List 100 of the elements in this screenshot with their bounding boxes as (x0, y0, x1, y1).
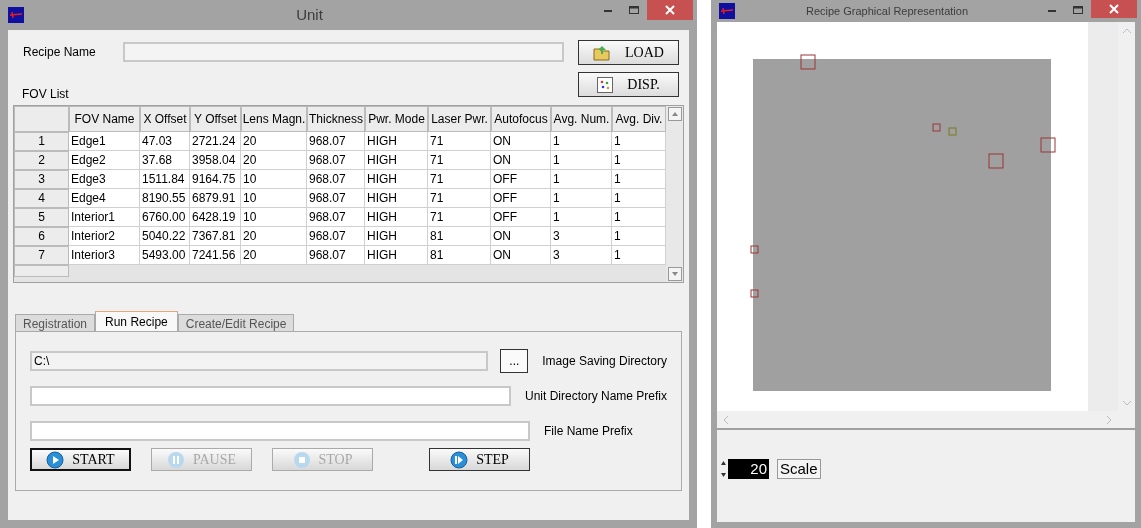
directory-field[interactable]: C:\ (30, 351, 489, 371)
table-cell: 20 (241, 227, 307, 246)
section-label: FOV List (22, 86, 70, 103)
scale-value-field[interactable]: 20 (728, 459, 769, 479)
table-cell: 10 (241, 208, 307, 227)
table-cell: 1 (551, 132, 612, 151)
table-cell: 7367.81 (190, 227, 241, 246)
table-cell: 20 (241, 151, 307, 170)
table-cell: Edge1 (69, 132, 140, 151)
table-cell: 6879.91 (190, 189, 241, 208)
column-header[interactable]: Avg. Div. (612, 106, 666, 132)
table-cell: 3 (551, 246, 612, 265)
table-cell: 1 (612, 227, 666, 246)
table-cell: 3958.04 (190, 151, 241, 170)
recipe-name-field[interactable] (123, 42, 564, 62)
table-cell: 1 (551, 208, 612, 227)
row-header[interactable]: 5 (14, 208, 69, 227)
scroll-up-icon[interactable] (667, 107, 682, 121)
table-cell: HIGH (365, 151, 428, 170)
table-cell: Interior1 (69, 208, 140, 227)
table-cell: Interior3 (69, 246, 140, 265)
table-cell: 1 (551, 151, 612, 170)
scroll-down-icon[interactable] (1122, 400, 1131, 406)
toolbar-button[interactable]: LOAD (578, 40, 679, 65)
column-header[interactable]: FOV Name (69, 106, 140, 132)
table-cell: ON (491, 132, 551, 151)
scroll-up-icon[interactable] (1122, 28, 1131, 34)
table-cell: 5493.00 (140, 246, 190, 265)
scale-button[interactable]: Scale (777, 459, 821, 479)
table-cell: 968.07 (307, 208, 365, 227)
table-cell: 7241.56 (190, 246, 241, 265)
pause-icon (166, 450, 185, 469)
column-header[interactable]: Y Offset (190, 106, 241, 132)
row-header[interactable]: 4 (14, 189, 69, 208)
table-cell: 71 (428, 132, 491, 151)
table-cell: 3 (551, 227, 612, 246)
tab[interactable]: Registration (15, 314, 96, 331)
stop-icon (292, 450, 311, 469)
table-cell: 9164.75 (190, 170, 241, 189)
close-icon (665, 5, 675, 15)
spinner-arrows-icon[interactable] (720, 458, 727, 480)
table-cell: Edge4 (69, 189, 140, 208)
table-cell: 6760.00 (140, 208, 190, 227)
vertical-scrollbar[interactable] (666, 106, 683, 282)
row-header[interactable]: 1 (14, 132, 69, 151)
field-label: Unit Directory Name Prefix (524, 388, 667, 405)
row-header[interactable]: 3 (14, 170, 69, 189)
scroll-down-icon[interactable] (667, 267, 682, 281)
column-header[interactable]: X Offset (140, 106, 190, 132)
window-title: Recipe Graphical Representation (804, 3, 969, 19)
table-cell: 968.07 (307, 189, 365, 208)
column-header[interactable]: Autofocus (491, 106, 551, 132)
row-header[interactable]: 6 (14, 227, 69, 246)
column-header[interactable]: Lens Magn. (241, 106, 307, 132)
row-header[interactable]: 7 (14, 246, 69, 265)
table-cell: 1 (612, 189, 666, 208)
table-cell: HIGH (365, 227, 428, 246)
tab[interactable]: Create/Edit Recipe (177, 314, 295, 331)
column-header[interactable]: Laser Pwr. (428, 106, 491, 132)
table-cell: HIGH (365, 189, 428, 208)
field-label: File Name Prefix (544, 423, 633, 440)
table-cell: 968.07 (307, 246, 365, 265)
toolbar-button[interactable]: DISP. (578, 72, 679, 97)
row-header[interactable]: 2 (14, 151, 69, 170)
field-label: Recipe Name (23, 44, 97, 61)
app-icon (719, 3, 735, 19)
column-header[interactable]: Thickness (307, 106, 365, 132)
table-cell: 1 (612, 132, 666, 151)
browse-button[interactable]: ... (500, 349, 529, 373)
table-cell: 10 (241, 170, 307, 189)
row-header[interactable] (14, 265, 69, 277)
table-cell: OFF (491, 170, 551, 189)
table-cell: HIGH (365, 208, 428, 227)
text-field[interactable] (30, 421, 530, 441)
close-button[interactable] (647, 0, 693, 20)
scatter-icon (597, 76, 614, 93)
column-header[interactable]: Avg. Num. (551, 106, 612, 132)
table-cell: 968.07 (307, 132, 365, 151)
table-cell: 5040.22 (140, 227, 190, 246)
table-cell: 81 (428, 246, 491, 265)
table-cell: 1 (612, 208, 666, 227)
table-cell: Interior2 (69, 227, 140, 246)
text-field[interactable] (30, 386, 511, 406)
scroll-left-icon[interactable] (723, 415, 729, 424)
table-cell: 71 (428, 208, 491, 227)
table-cell: 1 (612, 151, 666, 170)
column-header[interactable]: Pwr. Mode (365, 106, 428, 132)
scroll-right-icon[interactable] (1106, 415, 1112, 424)
tab[interactable]: Run Recipe (95, 311, 178, 331)
table-cell: ON (491, 151, 551, 170)
table-cell: 968.07 (307, 227, 365, 246)
close-icon (1109, 4, 1119, 14)
action-button[interactable]: STEP (429, 448, 530, 471)
table-cell: OFF (491, 189, 551, 208)
table-cell: 8190.55 (140, 189, 190, 208)
table-cell: 1 (612, 170, 666, 189)
table-cell: 2721.24 (190, 132, 241, 151)
action-button[interactable]: START (30, 448, 131, 471)
table-cell: 71 (428, 151, 491, 170)
close-button[interactable] (1091, 0, 1137, 18)
